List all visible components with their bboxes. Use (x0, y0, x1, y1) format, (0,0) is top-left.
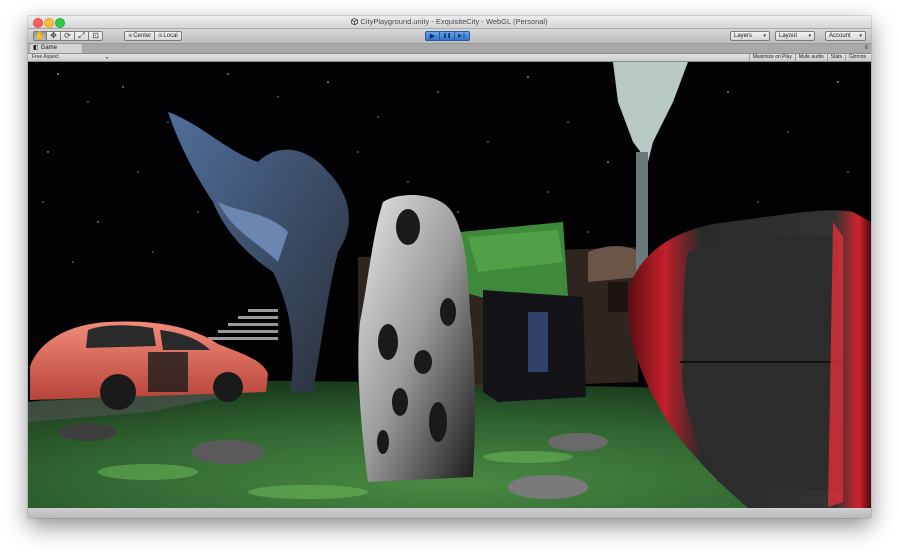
stats-toggle[interactable]: Stats (826, 54, 845, 61)
window-title-text: CityPlayground.unity - ExquisiteCity - W… (360, 17, 548, 26)
account-dropdown[interactable]: Account ▾ (825, 31, 866, 41)
move-tool-button[interactable]: ✥ (47, 31, 61, 41)
rotate-tool-button[interactable]: ⟳ (61, 31, 75, 41)
pivot-icon: ⊕ (128, 33, 133, 39)
maximize-on-play-toggle[interactable]: Maximize on Play (748, 54, 795, 61)
transform-tools: ✋ ✥ ⟳ ⤢ ⊡ (33, 31, 103, 41)
move-tool-icon: ✥ (50, 31, 57, 40)
pause-button[interactable]: ❚❚ (440, 31, 455, 41)
scale-tool-icon: ⤢ (78, 31, 85, 40)
game-view-toolbar: Free Aspect ▾ Maximize on Play Mute audi… (28, 54, 871, 62)
window-title: CityPlayground.unity - ExquisiteCity - W… (28, 16, 871, 28)
chevron-down-icon: ▾ (808, 33, 811, 39)
step-button[interactable]: ▶❙ (455, 31, 470, 41)
layout-label: Layout (779, 33, 798, 39)
unity-logo-icon (351, 18, 359, 25)
chevron-down-icon: ▾ (106, 55, 109, 60)
title-bar: CityPlayground.unity - ExquisiteCity - W… (28, 16, 871, 29)
layers-dropdown[interactable]: Layers ▾ (730, 31, 770, 41)
rect-tool-button[interactable]: ⊡ (89, 31, 103, 41)
pivot-center-label: Center (133, 33, 152, 39)
status-bar (28, 508, 871, 518)
rect-tool-icon: ⊡ (92, 31, 99, 40)
play-icon: ▶ (429, 32, 436, 40)
main-toolbar: ✋ ✥ ⟳ ⤢ ⊡ ⊕ Center ⊞ Local ▶ ❚❚ ▶❙ Layers ▾… (28, 29, 871, 44)
layers-label: Layers (734, 33, 753, 39)
tab-menu-icon[interactable]: ≡ (864, 44, 868, 53)
play-controls: ▶ ❚❚ ▶❙ (425, 31, 470, 41)
chevron-down-icon: ▾ (859, 33, 862, 39)
pause-icon: ❚❚ (442, 32, 452, 39)
pivot-center-button[interactable]: ⊕ Center (124, 31, 156, 41)
tab-game-label: Game (40, 45, 58, 51)
tab-game[interactable]: ◧ Game (30, 44, 82, 53)
layout-dropdown[interactable]: Layout ▾ (775, 31, 815, 41)
game-viewport[interactable] (28, 62, 871, 508)
play-button[interactable]: ▶ (425, 31, 440, 41)
mute-audio-toggle[interactable]: Mute audio (794, 54, 827, 61)
pivot-controls: ⊕ Center ⊞ Local (124, 31, 182, 41)
pivot-local-label: Local (163, 33, 178, 39)
account-label: Account (829, 33, 851, 39)
pivot-local-button[interactable]: ⊞ Local (155, 31, 182, 41)
rotate-tool-icon: ⟳ (64, 31, 71, 40)
game-controller-icon: ◧ (33, 45, 39, 51)
local-space-icon: ⊞ (158, 33, 163, 39)
aspect-dropdown[interactable]: Free Aspect (32, 54, 59, 61)
hand-tool-button[interactable]: ✋ (33, 31, 47, 41)
unity-editor-window: CityPlayground.unity - ExquisiteCity - W… (28, 16, 871, 518)
game-scene-render (28, 62, 871, 508)
game-tab-bar: ◧ Game ≡ (28, 44, 871, 54)
game-view-options: Maximize on Play Mute audio Stats Gizmos (748, 54, 869, 61)
step-icon: ▶❙ (457, 32, 467, 39)
chevron-down-icon: ▾ (763, 33, 766, 39)
gizmos-dropdown[interactable]: Gizmos (845, 54, 869, 61)
scale-tool-button[interactable]: ⤢ (75, 31, 89, 41)
hand-tool-icon: ✋ (35, 31, 45, 40)
